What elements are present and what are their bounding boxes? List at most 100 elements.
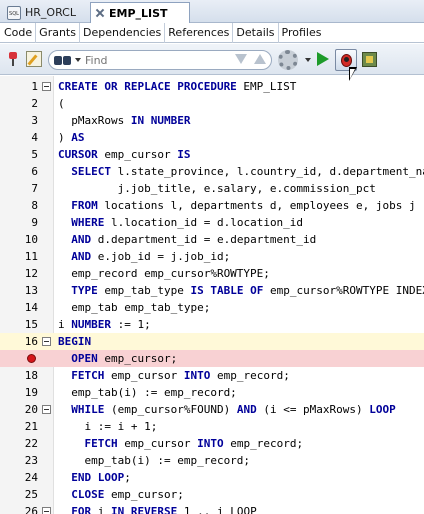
tab-hr-orcl[interactable]: SQL HR_ORCL	[2, 2, 88, 23]
code-line[interactable]: 15 i NUMBER := 1;	[0, 316, 424, 333]
code-line[interactable]: 7 j.job_title, e.salary, e.commission_pc…	[0, 180, 424, 197]
subtab-profiles[interactable]: Profiles	[279, 23, 325, 43]
code-line[interactable]: 10 AND d.department_id = e.department_id	[0, 231, 424, 248]
chevron-down-icon[interactable]	[305, 58, 311, 62]
line-number: 10	[24, 233, 38, 246]
code-line[interactable]: 20 WHILE (emp_cursor%FOUND) AND (i <= pM…	[0, 401, 424, 418]
tab-label: HR_ORCL	[25, 6, 76, 19]
code-token: EMP_LIST	[236, 80, 297, 93]
code-line[interactable]: 6 SELECT l.state_province, l.country_id,…	[0, 163, 424, 180]
code-text: ) AS	[58, 129, 85, 146]
code-text: FROM locations l, departments d, employe…	[58, 197, 415, 214]
code-line[interactable]: 21 i := i + 1;	[0, 418, 424, 435]
code-line[interactable]: 8 FROM locations l, departments d, emplo…	[0, 197, 424, 214]
line-number: 26	[24, 505, 38, 514]
code-line[interactable]: 11 AND e.job_id = j.job_id;	[0, 248, 424, 265]
collapse-icon[interactable]	[42, 337, 51, 346]
code-text: TYPE emp_tab_type IS TABLE OF emp_cursor…	[58, 282, 424, 299]
close-icon[interactable]	[95, 8, 105, 18]
code-line[interactable]: 18 FETCH emp_cursor INTO emp_record;	[0, 367, 424, 384]
code-line[interactable]: 1 CREATE OR REPLACE PROCEDURE EMP_LIST	[0, 78, 424, 95]
keyword-token: AND	[71, 233, 92, 246]
code-line[interactable]: 12 emp_record emp_cursor%ROWTYPE;	[0, 265, 424, 282]
code-line[interactable]: 13 TYPE emp_tab_type IS TABLE OF emp_cur…	[0, 282, 424, 299]
collapse-icon[interactable]	[42, 82, 51, 91]
run-icon[interactable]	[317, 52, 329, 66]
code-line[interactable]: 25 CLOSE emp_cursor;	[0, 486, 424, 503]
code-line[interactable]: OPEN emp_cursor;	[0, 350, 424, 367]
edit-icon[interactable]	[26, 51, 42, 67]
keyword-token: IN NUMBER	[130, 114, 191, 127]
code-line[interactable]: 5 CURSOR emp_cursor IS	[0, 146, 424, 163]
code-token: emp_tab(i) := emp_record;	[58, 386, 237, 399]
pin-icon[interactable]	[6, 52, 20, 66]
code-text: FETCH emp_cursor INTO emp_record;	[58, 435, 304, 452]
code-token: ;	[124, 471, 131, 484]
code-line[interactable]: 26 FOR i IN REVERSE 1 .. i LOOP	[0, 503, 424, 514]
collapse-icon[interactable]	[42, 405, 51, 414]
find-input[interactable]	[85, 53, 205, 67]
chevron-down-icon[interactable]	[75, 58, 81, 62]
tab-label: EMP_LIST	[109, 6, 168, 20]
line-number: 8	[31, 199, 38, 212]
code-text: emp_record emp_cursor%ROWTYPE;	[58, 265, 270, 282]
code-text: END LOOP;	[58, 469, 131, 486]
line-number: 19	[24, 386, 38, 399]
code-token: 1 .. i LOOP	[177, 505, 257, 514]
code-line[interactable]: 4) AS	[0, 129, 424, 146]
code-line[interactable]: 2(	[0, 95, 424, 112]
code-token: l.location_id = d.location_id	[104, 216, 304, 229]
breakpoint-icon[interactable]	[27, 354, 36, 363]
line-number: 15	[24, 318, 38, 331]
code-token: i	[58, 318, 72, 331]
code-text: CLOSE emp_cursor;	[58, 486, 184, 503]
line-number: 14	[24, 301, 38, 314]
code-token: )	[58, 131, 72, 144]
line-number: 18	[24, 369, 38, 382]
code-token: emp_cursor	[104, 369, 184, 382]
keyword-token: WHILE	[71, 403, 105, 416]
line-number: 24	[24, 471, 38, 484]
code-line[interactable]: 14 emp_tab emp_tab_type;	[0, 299, 424, 316]
code-line[interactable]: 22 FETCH emp_cursor INTO emp_record;	[0, 435, 424, 452]
subtab-details[interactable]: Details	[233, 22, 279, 43]
code-editor[interactable]: 1 CREATE OR REPLACE PROCEDURE EMP_LIST 2(3…	[0, 76, 424, 514]
subtab-references[interactable]: References	[165, 22, 234, 43]
binoculars-icon[interactable]	[54, 54, 74, 66]
find-previous-arrow-up-icon[interactable]	[252, 52, 268, 68]
code-token: i := i + 1;	[58, 420, 158, 433]
code-token: i	[91, 505, 111, 514]
code-text: WHILE (emp_cursor%FOUND) AND (i <= pMaxR…	[58, 401, 396, 418]
profile-icon[interactable]	[362, 52, 377, 67]
mouse-pointer-icon	[349, 67, 357, 81]
code-text: emp_tab emp_tab_type;	[58, 299, 210, 316]
code-text: pMaxRows IN NUMBER	[58, 112, 190, 129]
find-next-arrow-down-icon[interactable]	[233, 52, 249, 68]
code-token: pMaxRows	[58, 114, 131, 127]
keyword-token: CLOSE	[71, 488, 105, 501]
subtab-code[interactable]: Code	[0, 22, 37, 43]
tab-emp-list[interactable]: EMP_LIST	[90, 2, 190, 24]
code-line[interactable]: 24 END LOOP;	[0, 469, 424, 486]
subtab-dependencies[interactable]: Dependencies	[80, 22, 166, 43]
code-line[interactable]: 3 pMaxRows IN NUMBER	[0, 112, 424, 129]
keyword-token: INTO	[197, 437, 224, 450]
code-token: emp_record emp_cursor%ROWTYPE;	[58, 267, 270, 280]
code-text: i NUMBER := 1;	[58, 316, 151, 333]
code-line[interactable]: 16 BEGIN	[0, 333, 424, 350]
gear-icon[interactable]	[278, 50, 298, 70]
collapse-icon[interactable]	[42, 507, 51, 514]
code-token: emp_cursor	[117, 437, 198, 450]
subtab-grants[interactable]: Grants	[36, 22, 80, 43]
code-line[interactable]: 9 WHERE l.location_id = d.location_id	[0, 214, 424, 231]
code-line[interactable]: 19 emp_tab(i) := emp_record;	[0, 384, 424, 401]
code-token: emp_tab(i) := emp_record;	[58, 454, 251, 467]
keyword-token: FETCH	[71, 369, 105, 382]
line-number: 7	[31, 182, 38, 195]
code-line[interactable]: 23 emp_tab(i) := emp_record;	[0, 452, 424, 469]
